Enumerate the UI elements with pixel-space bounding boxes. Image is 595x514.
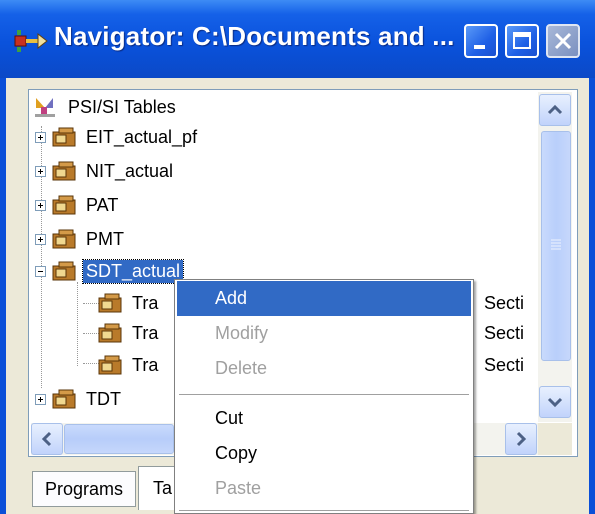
horizontal-scroll-thumb[interactable] — [64, 424, 174, 454]
menu-item-cut[interactable]: Cut — [177, 401, 471, 436]
tree-child-section-label: Secti — [484, 322, 525, 343]
menu-separator — [179, 394, 469, 395]
tree-item-label: EIT_actual_pf — [86, 126, 198, 147]
vertical-scroll-thumb[interactable] — [541, 131, 571, 361]
table-icon — [52, 195, 76, 215]
table-icon — [52, 229, 76, 249]
tree-item-label: NIT_actual — [86, 160, 174, 181]
title-bar[interactable]: Navigator: C:\Documents and ... — [0, 0, 595, 78]
tree-item-sdt[interactable]: SDT_actual — [35, 256, 185, 286]
tree-item-label-selected: SDT_actual — [81, 258, 185, 284]
table-icon — [52, 127, 76, 147]
tree-child-item[interactable]: Tra — [97, 350, 161, 380]
menu-item-label: Copy — [215, 443, 258, 463]
close-button[interactable] — [546, 24, 580, 58]
table-icon — [52, 389, 76, 409]
tree-item-pmt[interactable]: PMT — [35, 224, 127, 254]
menu-item-copy[interactable]: Copy — [177, 436, 471, 471]
chevron-right-icon — [516, 431, 527, 447]
expand-toggle[interactable] — [35, 131, 46, 143]
table-icon — [98, 355, 122, 375]
menu-item-paste: Paste — [177, 471, 471, 506]
tree-item-tdt[interactable]: TDT — [35, 384, 124, 414]
tree-item-label: PMT — [86, 228, 124, 249]
menu-item-label: Add — [215, 288, 248, 308]
minimize-icon — [474, 45, 485, 49]
tab-programs[interactable]: Programs — [32, 471, 136, 507]
table-icon — [52, 161, 76, 181]
tree-item-pat[interactable]: PAT — [35, 190, 121, 220]
tree-item-nit[interactable]: NIT_actual — [35, 156, 176, 186]
expand-toggle[interactable] — [35, 165, 46, 177]
tree-child-section: Secti — [477, 288, 527, 318]
expand-toggle[interactable] — [35, 199, 46, 211]
menu-item-delete: Delete — [177, 351, 471, 386]
expand-toggle[interactable] — [35, 393, 46, 405]
collapse-toggle[interactable] — [35, 265, 46, 277]
tree-child-section: Secti — [477, 350, 527, 380]
chevron-left-icon — [41, 431, 52, 447]
maximize-button[interactable] — [505, 24, 539, 58]
table-icon — [98, 293, 122, 313]
tree-item-label: PAT — [86, 194, 119, 215]
table-icon — [98, 323, 122, 343]
menu-separator — [179, 510, 469, 511]
tab-label: Ta — [153, 478, 173, 498]
tree-item-label: TDT — [86, 388, 121, 409]
tree-child-label: Tra — [132, 354, 159, 375]
menu-item-modify: Modify — [177, 316, 471, 351]
menu-item-label: Paste — [215, 478, 262, 498]
psi-si-root-icon — [35, 98, 55, 117]
menu-item-label: Modify — [215, 323, 269, 343]
table-icon — [52, 261, 76, 281]
maximize-icon — [513, 32, 531, 49]
scrollbar-corner — [538, 423, 572, 455]
tree-child-item[interactable]: Tra — [97, 288, 161, 318]
close-icon — [554, 32, 572, 50]
tree-child-section-label: Secti — [484, 354, 525, 375]
window-title: Navigator: C:\Documents and ... — [54, 21, 455, 51]
expand-toggle[interactable] — [35, 233, 46, 245]
menu-item-label: Delete — [215, 358, 268, 378]
tree-child-label: Tra — [132, 322, 159, 343]
minimize-button[interactable] — [464, 24, 498, 58]
menu-item-add[interactable]: Add — [177, 281, 471, 316]
tree-root-item[interactable]: PSI/SI Tables — [33, 92, 179, 122]
navigator-app-icon — [14, 30, 48, 52]
scroll-left-button[interactable] — [31, 423, 63, 455]
tree-connector — [77, 282, 78, 366]
scroll-down-button[interactable] — [539, 386, 571, 418]
grip-icon — [551, 239, 561, 250]
menu-item-label: Cut — [215, 408, 244, 428]
scroll-up-button[interactable] — [539, 94, 571, 126]
tree-child-label: Tra — [132, 292, 159, 313]
tree-root-label: PSI/SI Tables — [68, 96, 176, 117]
tree-child-item[interactable]: Tra — [97, 318, 161, 348]
scroll-right-button[interactable] — [505, 423, 537, 455]
chevron-up-icon — [547, 104, 563, 115]
tree-item-eit[interactable]: EIT_actual_pf — [35, 122, 200, 152]
tree-child-section-label: Secti — [484, 292, 525, 313]
context-menu: Add Modify Delete Cut Copy Paste — [174, 279, 474, 514]
chevron-down-icon — [547, 397, 563, 408]
tree-child-section: Secti — [477, 318, 527, 348]
tab-label: Programs — [44, 478, 124, 499]
